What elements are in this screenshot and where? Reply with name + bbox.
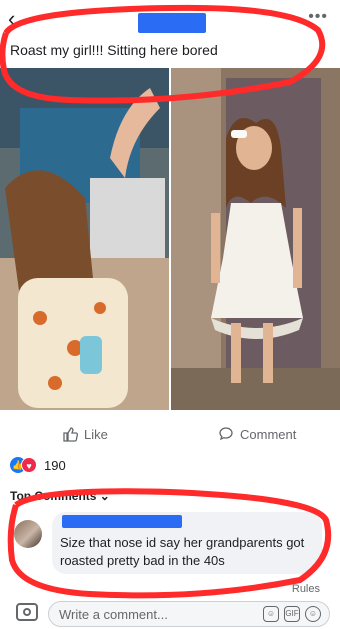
camera-icon[interactable] [16, 603, 38, 621]
comment-placeholder: Write a comment... [59, 607, 168, 622]
comment-input[interactable]: Write a comment... ☺ GIF ☺ [48, 601, 330, 627]
comment-sort-label: Top Comments [10, 489, 97, 503]
gif-icon[interactable]: GIF [284, 606, 300, 622]
heart-reaction-icon: ♥ [21, 457, 37, 473]
avatar[interactable] [14, 520, 42, 548]
emoji-icon[interactable]: ☺ [305, 606, 321, 622]
thumbs-up-icon [63, 427, 78, 442]
post-screen: ‹ ••• Roast my girl!!! Sitting here bore… [0, 0, 340, 629]
more-icon[interactable]: ••• [308, 8, 328, 26]
composer-icons: ☺ GIF ☺ [263, 606, 321, 622]
comment-sort[interactable]: Top Comments ⌄ [10, 489, 110, 503]
chevron-down-icon: ⌄ [99, 489, 110, 503]
action-bar: Like Comment [0, 418, 340, 448]
photo-left[interactable] [0, 68, 169, 410]
sticker-icon[interactable]: ☺ [263, 606, 279, 622]
comment-composer: Write a comment... ☺ GIF ☺ [0, 601, 340, 629]
comment-text: Size that nose id say her grandparents g… [60, 535, 305, 568]
rules-link[interactable]: Rules [292, 583, 320, 595]
like-button[interactable]: Like [62, 426, 108, 442]
reaction-icons: 👍 ♥ [10, 457, 38, 473]
reaction-summary[interactable]: 👍 ♥ 190 [10, 457, 66, 473]
post-text: Roast my girl!!! Sitting here bored [10, 42, 218, 58]
like-label: Like [84, 426, 108, 442]
redacted-commenter-name [62, 515, 182, 528]
comment-button[interactable]: Comment [218, 426, 296, 442]
comment-label: Comment [240, 426, 297, 442]
reaction-count: 190 [44, 457, 66, 473]
back-button[interactable]: ‹ [8, 6, 15, 32]
photo-right[interactable] [171, 68, 340, 410]
post-header: ‹ ••• [0, 0, 340, 36]
redacted-author [138, 13, 206, 33]
comment-bubble: Size that nose id say her grandparents g… [52, 512, 322, 574]
comment-icon [219, 427, 233, 441]
photo-grid [0, 68, 340, 410]
